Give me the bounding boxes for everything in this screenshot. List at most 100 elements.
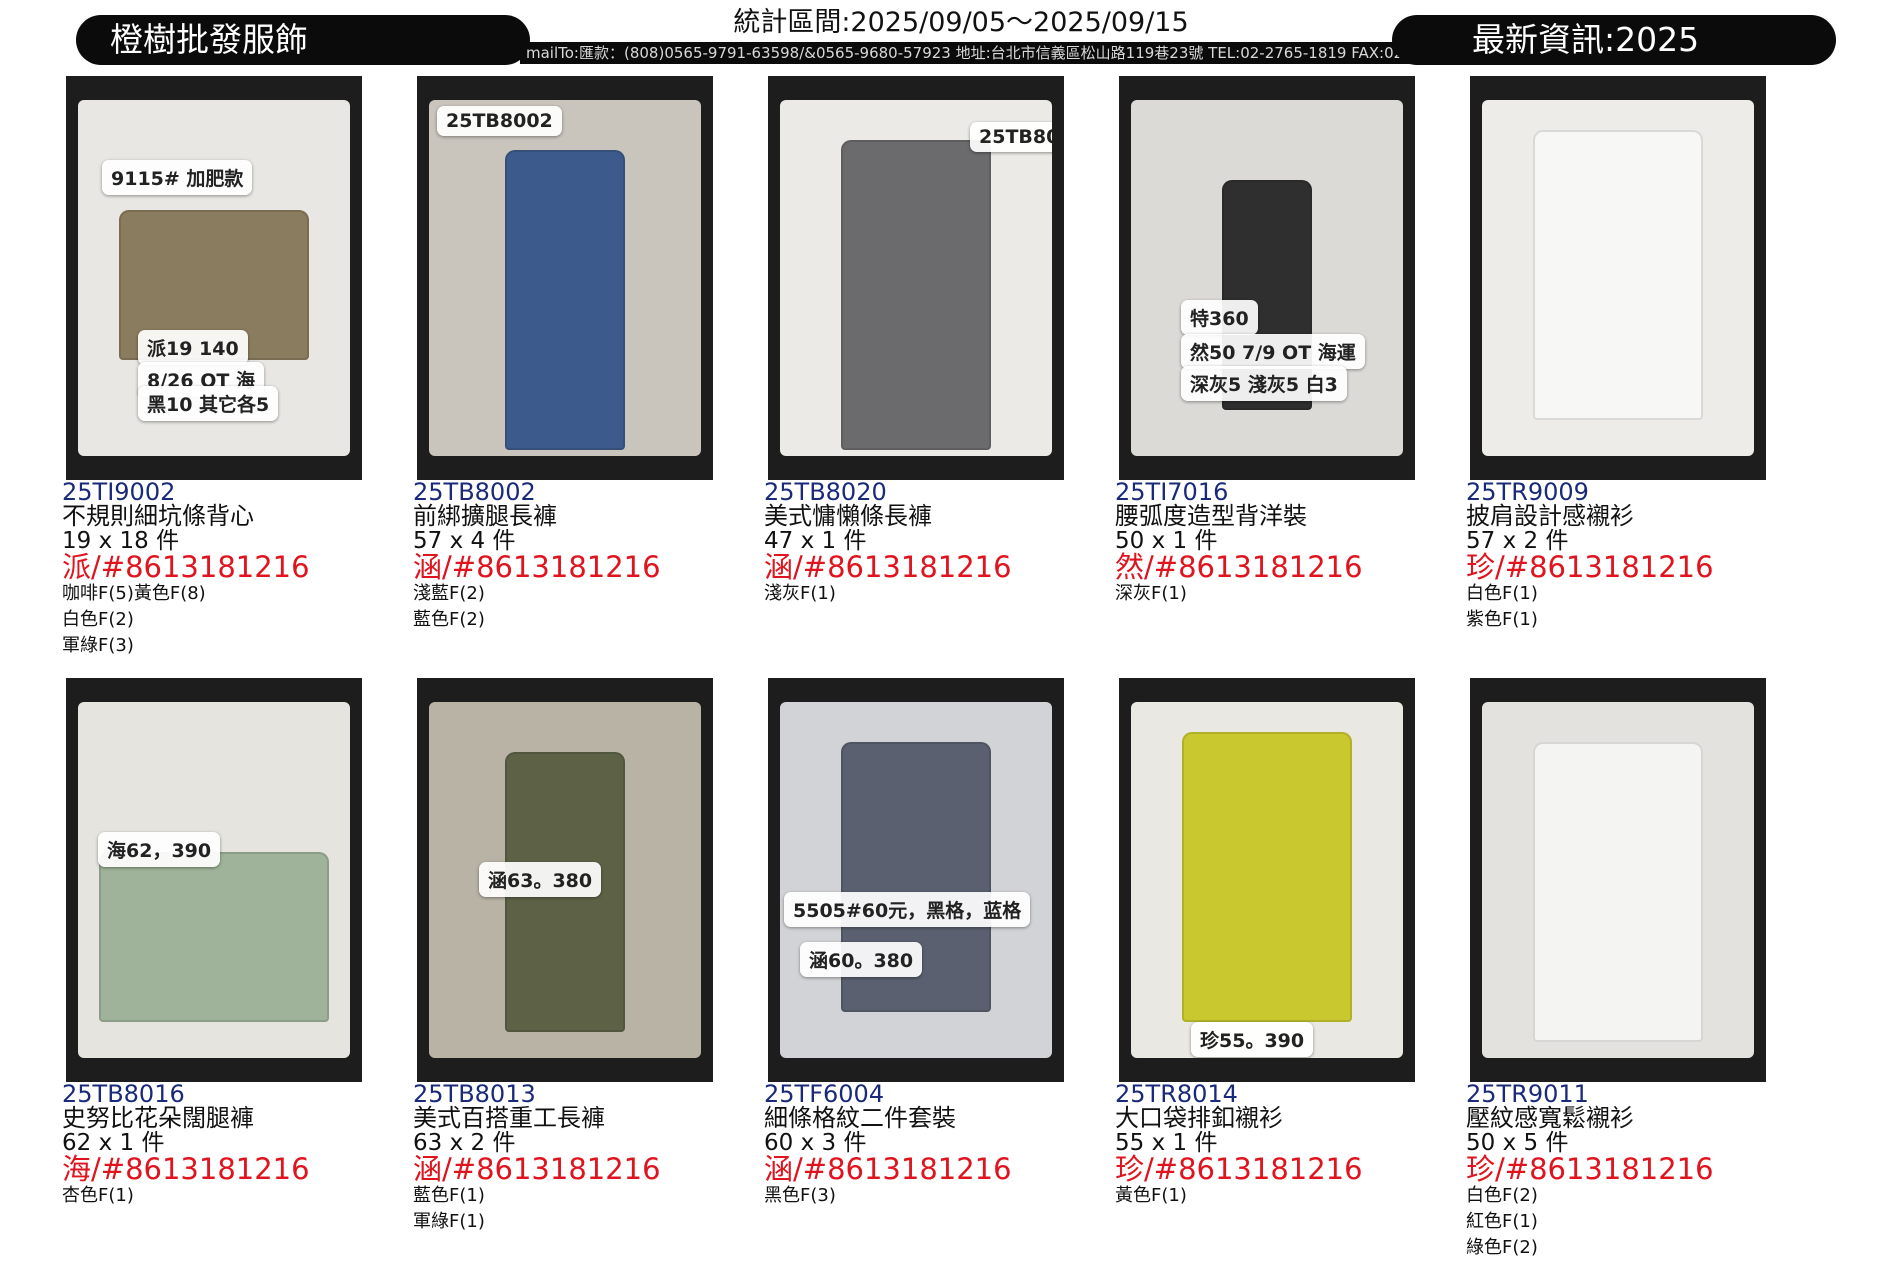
product-code: 25TI7016	[1115, 478, 1229, 506]
variant-list: 藍色F(1) 軍綠F(1)	[413, 1183, 763, 1235]
product-photo[interactable]: 9115# 加肥款 派19 140 8/26 OT 海黑10 其它各5	[66, 76, 362, 480]
variant-item: 白色F(2)	[62, 609, 134, 630]
variant-item: 白色F(2)	[1466, 1185, 1538, 1206]
product-info: 25TB8020 美式慵懶條長褲 47 x 1 件 涵/#8613181216 …	[764, 480, 1114, 607]
product-info: 25TB8002 前綁擴腿長褲 57 x 4 件 涵/#8613181216 淺…	[413, 480, 763, 633]
price-tag: 25TB8020	[970, 122, 1052, 152]
product-photo[interactable]: 涵63。380	[417, 678, 713, 1082]
variant-list: 白色F(1) 紫色F(1)	[1466, 581, 1816, 633]
product-name: 前綁擴腿長褲	[413, 502, 557, 530]
product-info: 25TI9002 不規則細坑條背心 19 x 18 件 派/#861318121…	[62, 480, 412, 659]
company-name-banner: 橙樹批發服飾	[76, 15, 530, 65]
garment-figure	[1182, 732, 1352, 1022]
seller-line: 涵/#8613181216	[413, 550, 661, 584]
product-photo[interactable]: 25TB8002	[417, 76, 713, 480]
product-info: 25TR8014 大口袋排釦襯衫 55 x 1 件 珍/#8613181216 …	[1115, 1082, 1465, 1209]
product-photo[interactable]	[1470, 76, 1766, 480]
product-code: 25TR8014	[1115, 1080, 1238, 1108]
product-photo[interactable]: 25TB8020	[768, 76, 1064, 480]
phone-screen	[1482, 100, 1754, 456]
variant-list: 咖啡F(5)黃色F(8) 白色F(2) 軍綠F(3)	[62, 581, 412, 659]
product-code: 25TB8020	[764, 478, 887, 506]
variant-item: 深灰F(1)	[1115, 583, 1187, 604]
price-tag: 派19 140	[138, 330, 248, 365]
price-tag: 涵63。380	[479, 862, 602, 897]
product-name: 細條格紋二件套裝	[764, 1104, 956, 1132]
product-photo[interactable]: 5505#60元，黑格，蓝格 涵60。380	[768, 678, 1064, 1082]
seller-line: 珍/#8613181216	[1466, 1152, 1714, 1186]
variant-item: 綠色F(2)	[1466, 1237, 1538, 1258]
garment-figure	[505, 150, 625, 450]
phone-screen: 25TB8020	[780, 100, 1052, 456]
product-photo[interactable]: 珍55。390	[1119, 678, 1415, 1082]
product-code: 25TI9002	[62, 478, 176, 506]
variant-item: 紅色F(1)	[1466, 1211, 1538, 1232]
product-info: 25TI7016 腰弧度造型背洋裝 50 x 1 件 然/#8613181216…	[1115, 480, 1465, 607]
price-tag: 5505#60元，黑格，蓝格	[784, 892, 1031, 927]
variant-list: 杏色F(1)	[62, 1183, 412, 1209]
product-name: 披肩設計感襯衫	[1466, 502, 1634, 530]
variant-item: 藍色F(2)	[413, 609, 485, 630]
product-info: 25TB8016 史努比花朵闊腿褲 62 x 1 件 海/#8613181216…	[62, 1082, 412, 1209]
product-name: 腰弧度造型背洋裝	[1115, 502, 1307, 530]
report-period: 統計區間:2025/09/05～2025/09/15	[733, 7, 1189, 38]
product-code: 25TR9011	[1466, 1080, 1589, 1108]
company-name: 橙樹批發服飾	[110, 20, 308, 59]
product-name: 史努比花朵闊腿褲	[62, 1104, 254, 1132]
garment-figure	[1533, 742, 1703, 1042]
product-name: 大口袋排釦襯衫	[1115, 1104, 1283, 1132]
garment-figure	[99, 852, 329, 1022]
phone-screen	[1482, 702, 1754, 1058]
product-name: 不規則細坑條背心	[62, 502, 254, 530]
seller-line: 然/#8613181216	[1115, 550, 1363, 584]
seller-line: 派/#8613181216	[62, 550, 310, 584]
variant-item: 黃色F(1)	[1115, 1185, 1187, 1206]
price-tag: 珍55。390	[1191, 1022, 1314, 1057]
phone-screen: 海62，390	[78, 702, 350, 1058]
latest-info: 最新資訊:2025	[1472, 20, 1700, 59]
product-photo[interactable]: 特360 然50 7/9 OT 海運 深灰5 淺灰5 白3	[1119, 76, 1415, 480]
variant-item: 淺藍F(2)	[413, 583, 485, 604]
product-photo[interactable]	[1470, 678, 1766, 1082]
variant-list: 淺灰F(1)	[764, 581, 1114, 607]
seller-line: 海/#8613181216	[62, 1152, 310, 1186]
phone-screen: 珍55。390	[1131, 702, 1403, 1058]
seller-line: 涵/#8613181216	[764, 550, 1012, 584]
seller-line: 珍/#8613181216	[1466, 550, 1714, 584]
product-name: 美式慵懶條長褲	[764, 502, 932, 530]
variant-item: 軍綠F(3)	[62, 635, 134, 656]
variant-list: 深灰F(1)	[1115, 581, 1465, 607]
phone-screen: 涵63。380	[429, 702, 701, 1058]
seller-line: 珍/#8613181216	[1115, 1152, 1363, 1186]
phone-screen: 9115# 加肥款 派19 140 8/26 OT 海黑10 其它各5	[78, 100, 350, 456]
variant-item: 紫色F(1)	[1466, 609, 1538, 630]
product-photo[interactable]: 海62，390	[66, 678, 362, 1082]
variant-item: 白色F(1)	[1466, 583, 1538, 604]
price-tag: 特360	[1181, 300, 1258, 335]
price-tag: 25TB8002	[437, 106, 562, 136]
price-tag: 黑10 其它各5	[138, 386, 279, 421]
variant-item: 杏色F(1)	[62, 1185, 134, 1206]
phone-screen: 特360 然50 7/9 OT 海運 深灰5 淺灰5 白3	[1131, 100, 1403, 456]
product-code: 25TR9009	[1466, 478, 1589, 506]
phone-screen: 25TB8002	[429, 100, 701, 456]
product-code: 25TB8016	[62, 1080, 185, 1108]
product-info: 25TB8013 美式百搭重工長褲 63 x 2 件 涵/#8613181216…	[413, 1082, 763, 1235]
product-info: 25TF6004 細條格紋二件套裝 60 x 3 件 涵/#8613181216…	[764, 1082, 1114, 1209]
product-name: 壓紋感寬鬆襯衫	[1466, 1104, 1634, 1132]
price-tag: 海62，390	[98, 832, 221, 867]
price-tag: 然50 7/9 OT 海運	[1181, 334, 1365, 369]
garment-figure	[1533, 130, 1703, 420]
seller-line: 涵/#8613181216	[413, 1152, 661, 1186]
variant-item: 黑色F(3)	[764, 1185, 836, 1206]
variant-item: 藍色F(1)	[413, 1185, 485, 1206]
variant-list: 黃色F(1)	[1115, 1183, 1465, 1209]
variant-item: 淺灰F(1)	[764, 583, 836, 604]
product-info: 25TR9011 壓紋感寬鬆襯衫 50 x 5 件 珍/#8613181216 …	[1466, 1082, 1816, 1261]
product-code: 25TB8002	[413, 478, 536, 506]
garment-figure	[841, 140, 991, 450]
variant-item: 軍綠F(1)	[413, 1211, 485, 1232]
latest-info-banner: 最新資訊:2025	[1392, 15, 1836, 65]
variant-list: 黑色F(3)	[764, 1183, 1114, 1209]
variant-list: 白色F(2) 紅色F(1) 綠色F(2)	[1466, 1183, 1816, 1261]
